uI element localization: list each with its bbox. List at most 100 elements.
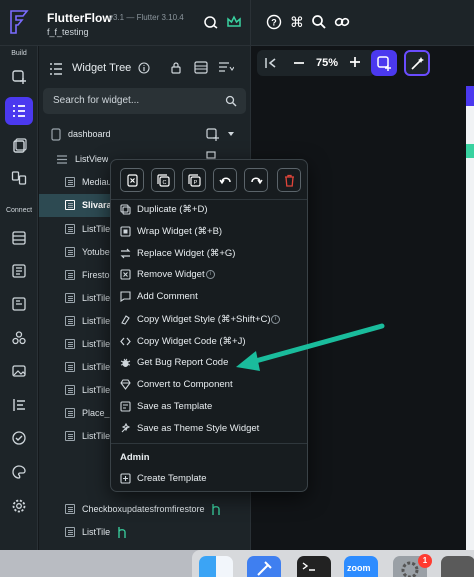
menu-item-label: Duplicate (⌘+D) xyxy=(137,204,208,215)
link-icon[interactable] xyxy=(334,14,350,30)
collapse-panel-icon[interactable] xyxy=(264,56,278,70)
menu-item-copy-widget-style[interactable]: Copy Widget Style (⌘+Shift+C) i xyxy=(111,310,307,330)
theme-icon xyxy=(121,423,131,433)
delete-button[interactable] xyxy=(277,168,301,192)
menu-item-remove-widget[interactable]: Remove Widget i xyxy=(111,265,307,285)
zoom-in-icon[interactable] xyxy=(349,56,361,68)
listtile-icon xyxy=(65,339,75,349)
add-child-icon[interactable] xyxy=(206,128,220,141)
menu-item-replace-widget[interactable]: Replace Widget (⌘+G) xyxy=(111,244,307,264)
tree-row-widget[interactable]: ListTile xyxy=(39,521,250,544)
menu-item-convert-to-component[interactable]: Convert to Component xyxy=(111,375,307,395)
connect-label: Connect xyxy=(5,207,33,214)
dock-app-icon[interactable] xyxy=(441,556,474,577)
menu-divider xyxy=(111,443,307,444)
listtile-icon xyxy=(65,247,75,257)
listtile-icon xyxy=(65,504,75,514)
finder-face-icon xyxy=(199,556,216,577)
paste-button[interactable]: P xyxy=(182,168,206,192)
green-chip-preview xyxy=(466,144,474,158)
listtile-icon xyxy=(65,316,75,326)
menu-item-get-bug-report-code[interactable]: Get Bug Report Code xyxy=(111,353,307,373)
listtile-icon xyxy=(65,177,75,187)
search-icon xyxy=(225,95,237,107)
undo-icon xyxy=(218,177,231,184)
theme-rail-button[interactable] xyxy=(5,458,33,486)
template-icon xyxy=(120,401,131,412)
tree-row-label: ListTile xyxy=(82,293,110,303)
menu-item-add-comment[interactable]: Add Comment xyxy=(111,287,307,307)
menu-item-duplicate[interactable]: Duplicate (⌘+D) xyxy=(111,200,307,220)
add-widget-button[interactable] xyxy=(371,50,397,76)
terminal-dock-icon[interactable] xyxy=(297,556,331,577)
paste-icon: P xyxy=(187,173,201,187)
chevron-down-icon[interactable] xyxy=(228,132,234,137)
menu-item-save-as-template[interactable]: Save as Template xyxy=(111,397,307,417)
menu-item-wrap-widget[interactable]: Wrap Widget (⌘+B) xyxy=(111,222,307,242)
help-icon[interactable]: ? xyxy=(266,14,282,30)
copy-icon: C xyxy=(156,173,170,187)
search-icon[interactable] xyxy=(311,14,327,30)
tree-row-label: Mediau xyxy=(82,177,110,187)
tree-row-widget[interactable]: Checkboxupdatesfromfirestore xyxy=(39,498,250,521)
notification-badge: 1 xyxy=(418,554,432,568)
menu-item-label: Create Template xyxy=(137,473,207,484)
palette-icon xyxy=(12,465,26,479)
info-icon[interactable]: i xyxy=(206,270,215,279)
ai-gen-button[interactable] xyxy=(404,50,430,76)
command-icon[interactable]: ⌘ xyxy=(289,14,305,30)
info-icon[interactable] xyxy=(138,62,150,74)
svg-text:P: P xyxy=(193,180,197,186)
tree-row-label: ListTile xyxy=(82,362,110,372)
zoom-out-icon[interactable] xyxy=(293,57,305,69)
widget-tree-rail-button[interactable] xyxy=(5,97,33,125)
tests-rail-button[interactable] xyxy=(5,424,33,452)
add-child-icon[interactable] xyxy=(206,151,218,159)
menu-item-label: Add Comment xyxy=(137,291,198,302)
info-icon[interactable]: i xyxy=(271,315,280,324)
pages-rail-button[interactable] xyxy=(5,132,33,160)
menu-item-label: Get Bug Report Code xyxy=(137,357,229,368)
tree-row-dashboard[interactable]: dashboard xyxy=(39,123,250,146)
flutterflow-logo-icon[interactable] xyxy=(8,8,30,36)
menu-item-create-template[interactable]: Create Template xyxy=(111,469,307,489)
dev-tools-icon[interactable] xyxy=(203,14,219,30)
custom-code-rail-button[interactable] xyxy=(5,391,33,419)
database-rail-button[interactable] xyxy=(5,224,33,252)
menu-item-label: Remove Widget xyxy=(137,269,205,280)
integrations-rail-button[interactable] xyxy=(5,324,33,352)
pages-icon xyxy=(13,138,27,153)
zoom-dock-icon[interactable]: zoom xyxy=(344,556,378,577)
api-rail-button[interactable] xyxy=(5,290,33,318)
api-icon xyxy=(12,297,26,311)
widget-search-input[interactable]: Search for widget... xyxy=(43,88,246,114)
add-widget-rail-button[interactable] xyxy=(5,63,33,91)
collapse-all-icon[interactable] xyxy=(194,61,208,74)
copy-button[interactable]: C xyxy=(151,168,175,192)
paint-icon xyxy=(121,315,130,325)
crown-icon[interactable] xyxy=(226,14,242,30)
listtile-icon xyxy=(65,408,75,418)
flutterflow-window: FlutterFlow v3.1 — Flutter 3.10.4 f_f_te… xyxy=(0,0,474,550)
filter-sort-icon[interactable] xyxy=(218,61,234,74)
tree-row-label: ListTile xyxy=(82,431,110,441)
redo-button[interactable] xyxy=(244,168,268,192)
storyboard-rail-button[interactable] xyxy=(5,164,33,192)
settings-rail-button[interactable] xyxy=(5,492,33,520)
undo-button[interactable] xyxy=(213,168,237,192)
cut-button[interactable] xyxy=(120,168,144,192)
finder-dock-icon[interactable] xyxy=(199,556,233,577)
lock-icon[interactable] xyxy=(170,61,182,74)
gear-icon xyxy=(12,499,26,513)
action-flow-icon xyxy=(118,527,126,538)
image-icon xyxy=(12,365,26,377)
terminal-prompt-icon xyxy=(302,562,315,571)
check-badge-icon xyxy=(12,431,26,445)
menu-item-copy-widget-code[interactable]: Copy Widget Code (⌘+J) xyxy=(111,332,307,352)
media-assets-rail-button[interactable] xyxy=(5,357,33,385)
xcode-dock-icon[interactable] xyxy=(247,556,281,577)
menu-item-save-as-theme-style-widget[interactable]: Save as Theme Style Widget xyxy=(111,419,307,439)
app-state-rail-button[interactable] xyxy=(5,257,33,285)
zoom-level: 75% xyxy=(316,57,339,69)
left-nav-rail: Build Connect xyxy=(0,46,38,550)
